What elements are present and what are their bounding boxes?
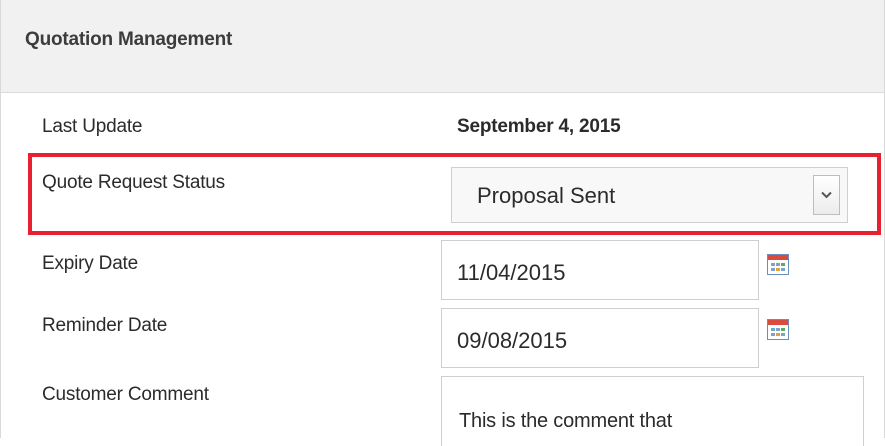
expiry-date-label: Expiry Date bbox=[42, 253, 139, 274]
expiry-date-input[interactable]: 11/04/2015 bbox=[441, 240, 759, 300]
reminder-date-label: Reminder Date bbox=[42, 315, 168, 336]
dropdown-button[interactable] bbox=[813, 175, 840, 215]
quotation-management-panel: Quotation Management Last Update Septemb… bbox=[0, 0, 885, 446]
expiry-date-value: 11/04/2015 bbox=[457, 260, 566, 285]
calendar-icon[interactable] bbox=[767, 254, 789, 275]
last-update-label: Last Update bbox=[42, 116, 143, 137]
customer-comment-text: This is the comment that bbox=[459, 410, 673, 432]
quote-status-selected-value: Proposal Sent bbox=[477, 183, 616, 208]
panel-header: Quotation Management bbox=[1, 0, 884, 93]
reminder-date-input[interactable]: 09/08/2015 bbox=[441, 308, 759, 368]
chevron-down-icon bbox=[821, 191, 832, 199]
quote-status-select[interactable]: Proposal Sent bbox=[451, 167, 848, 223]
customer-comment-textarea[interactable]: This is the comment that bbox=[441, 376, 864, 446]
calendar-icon[interactable] bbox=[767, 319, 789, 340]
last-update-value: September 4, 2015 bbox=[457, 116, 621, 137]
quote-status-label: Quote Request Status bbox=[42, 172, 225, 193]
panel-title: Quotation Management bbox=[25, 29, 233, 50]
customer-comment-label: Customer Comment bbox=[42, 384, 209, 405]
reminder-date-value: 09/08/2015 bbox=[457, 328, 568, 353]
